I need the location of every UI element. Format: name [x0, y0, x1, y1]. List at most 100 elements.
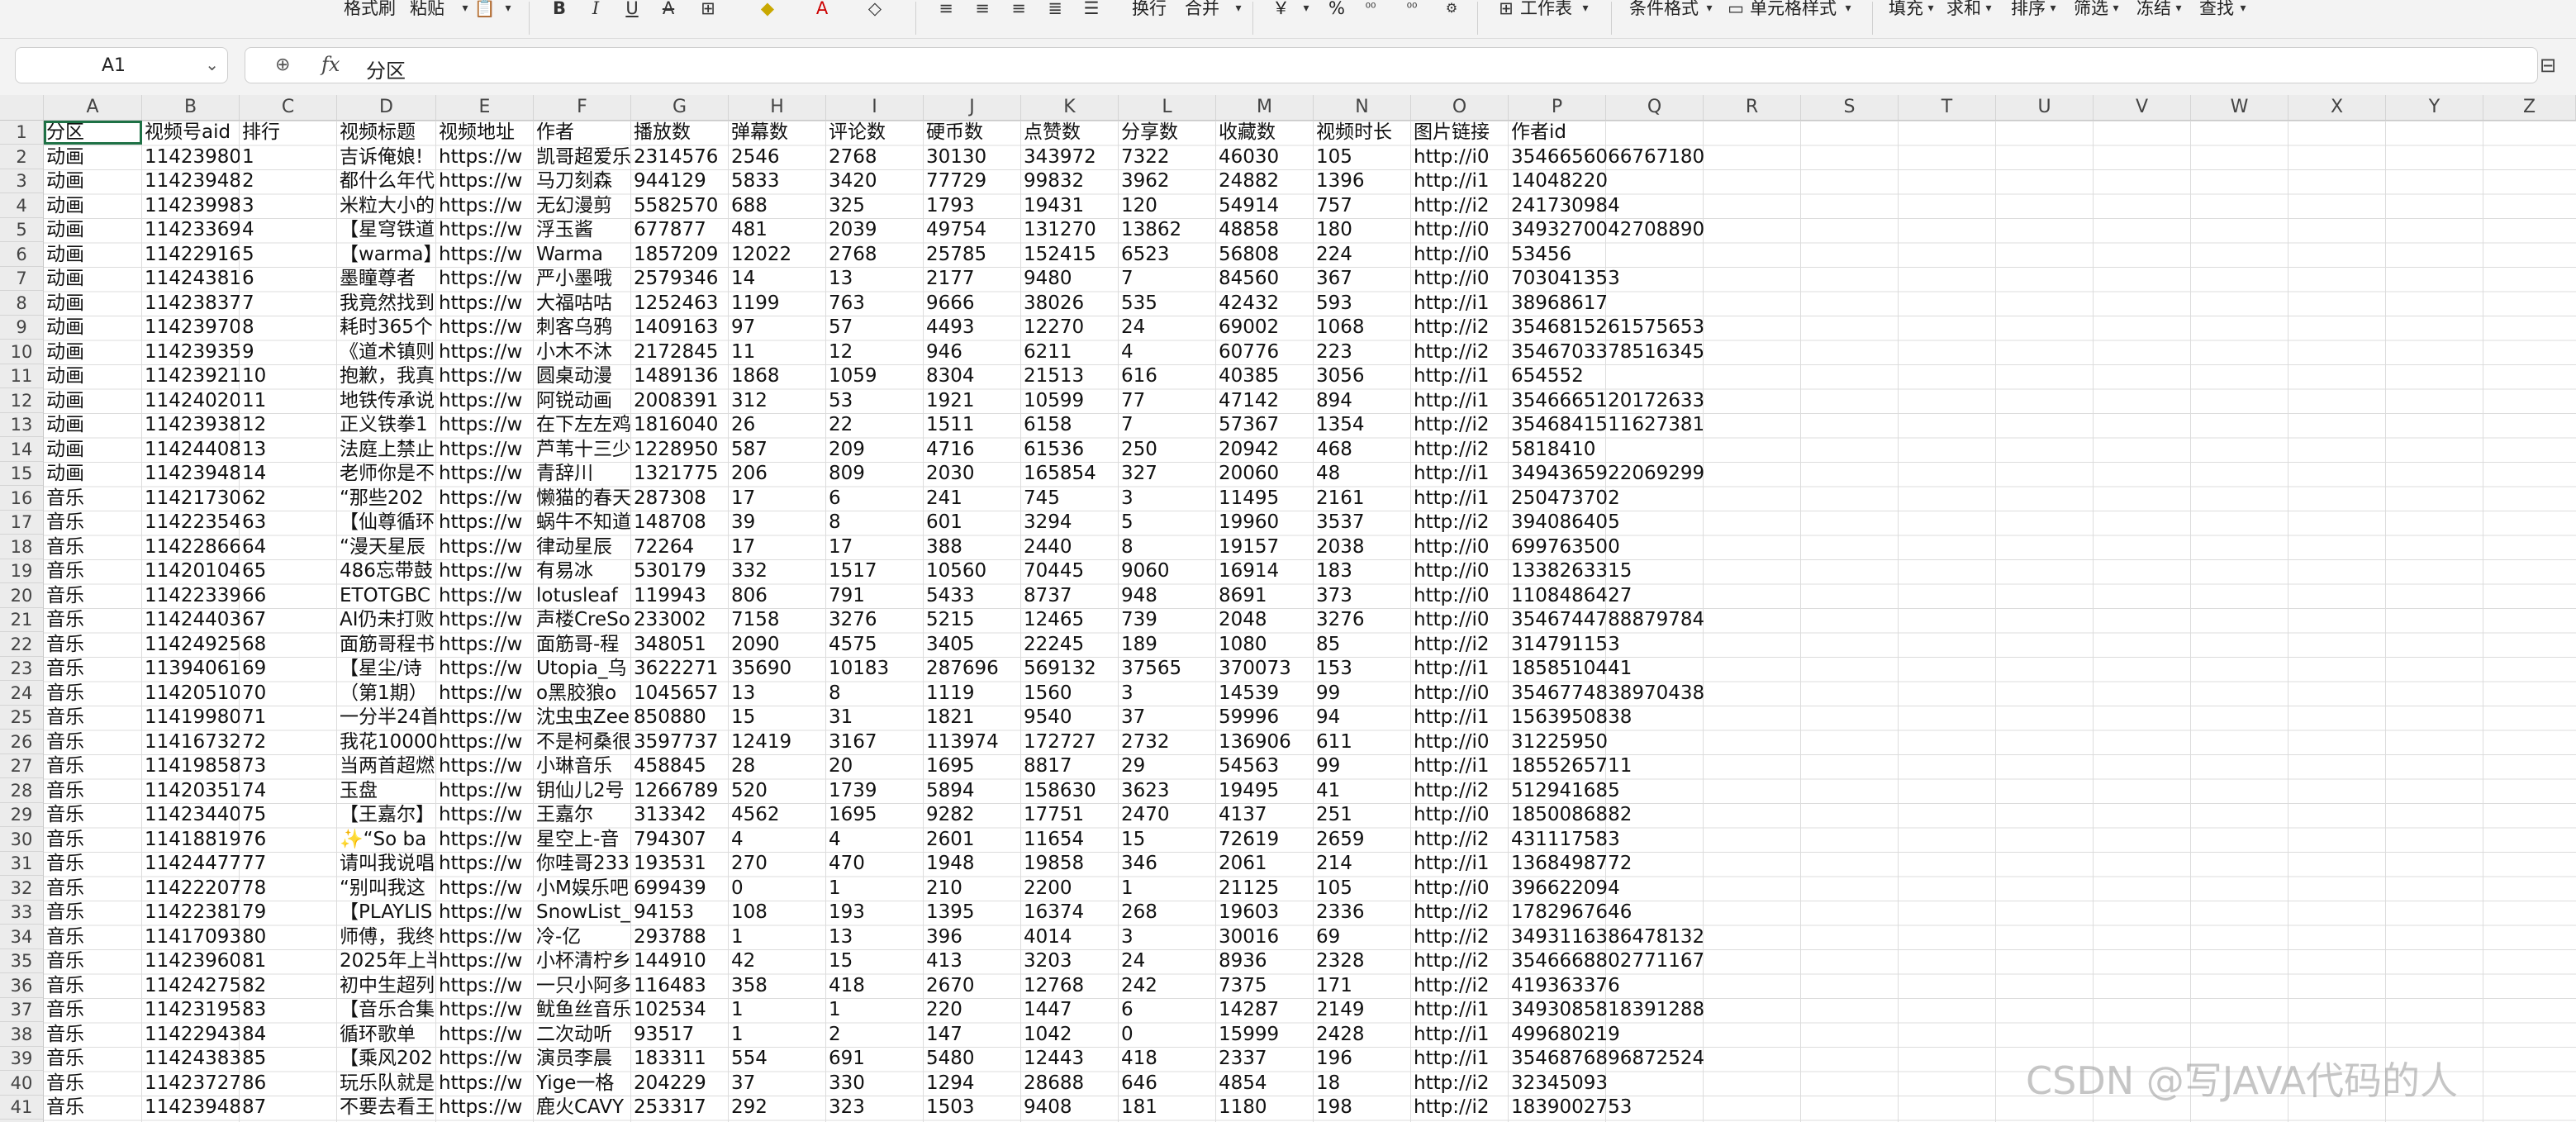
data-cell[interactable]: 法庭上禁止: [337, 438, 436, 462]
data-cell[interactable]: 42432: [1216, 292, 1314, 316]
data-cell[interactable]: 114199808: [142, 706, 240, 730]
data-cell[interactable]: 220: [924, 998, 1021, 1022]
data-cell[interactable]: 1868: [729, 364, 826, 388]
data-cell[interactable]: 鹿火CAVY: [534, 1096, 631, 1120]
data-cell[interactable]: 343972: [1021, 145, 1119, 169]
data-cell[interactable]: 794307: [631, 828, 729, 852]
data-cell[interactable]: 3546876896872524: [1509, 1047, 1704, 1071]
data-cell[interactable]: 67: [240, 608, 337, 632]
data-cell[interactable]: 94153: [631, 901, 729, 925]
data-cell[interactable]: 8: [826, 682, 924, 706]
data-cell[interactable]: 1080: [1216, 633, 1314, 657]
data-cell[interactable]: https://w: [436, 828, 534, 852]
column-header-n[interactable]: N: [1314, 95, 1411, 120]
filter-dropdown-icon[interactable]: ▾: [2103, 0, 2128, 18]
data-cell[interactable]: 【星穹铁道: [337, 218, 436, 242]
data-cell[interactable]: 1782967646: [1509, 901, 1704, 925]
data-cell[interactable]: 270: [729, 852, 826, 876]
data-cell[interactable]: 动画: [44, 340, 142, 364]
data-cell[interactable]: 3203: [1021, 949, 1119, 973]
data-cell[interactable]: 16374: [1021, 901, 1119, 925]
data-cell[interactable]: 312: [729, 389, 826, 413]
data-cell[interactable]: 9282: [924, 803, 1021, 827]
align-center-icon[interactable]: ≡: [970, 0, 995, 18]
data-cell[interactable]: 12768: [1021, 974, 1119, 998]
data-cell[interactable]: 28: [729, 754, 826, 778]
data-cell[interactable]: 14539: [1216, 682, 1314, 706]
data-cell[interactable]: 114239608: [142, 949, 240, 973]
data-cell[interactable]: 691: [826, 1047, 924, 1071]
conditional-format-dropdown-icon[interactable]: ▾: [1697, 0, 1722, 18]
data-cell[interactable]: https://w: [436, 803, 534, 827]
data-cell[interactable]: 小琳音乐: [534, 754, 631, 778]
data-cell[interactable]: 2030: [924, 462, 1021, 486]
data-cell[interactable]: 944129: [631, 169, 729, 193]
data-cell[interactable]: 2161: [1314, 487, 1411, 511]
data-cell[interactable]: 180: [1314, 218, 1411, 242]
data-cell[interactable]: 13: [240, 438, 337, 462]
data-cell[interactable]: https://w: [436, 1072, 534, 1096]
data-cell[interactable]: 音乐: [44, 559, 142, 583]
data-cell[interactable]: 米粒大小的: [337, 194, 436, 218]
data-cell[interactable]: 3494365922069299: [1509, 462, 1704, 486]
data-cell[interactable]: 芦苇十三少: [534, 438, 631, 462]
data-cell[interactable]: 114223547: [142, 511, 240, 535]
data-cell[interactable]: 1059: [826, 364, 924, 388]
data-cell[interactable]: 16914: [1216, 559, 1314, 583]
data-cell[interactable]: 119943: [631, 584, 729, 608]
data-cell[interactable]: 325: [826, 194, 924, 218]
data-cell[interactable]: 动画: [44, 316, 142, 340]
data-cell[interactable]: 4014: [1021, 925, 1119, 949]
data-cell[interactable]: 1294: [924, 1072, 1021, 1096]
row-header[interactable]: 14: [0, 438, 43, 462]
data-cell[interactable]: 1563950838: [1509, 706, 1704, 730]
data-cell[interactable]: 74: [240, 779, 337, 803]
row-header[interactable]: 34: [0, 925, 43, 949]
data-cell[interactable]: 894: [1314, 389, 1411, 413]
data-cell[interactable]: https://w: [436, 340, 534, 364]
data-cell[interactable]: 102534: [631, 998, 729, 1022]
data-cell[interactable]: 音乐: [44, 633, 142, 657]
data-cell[interactable]: 动画: [44, 218, 142, 242]
data-cell[interactable]: http://i2: [1411, 949, 1509, 973]
data-cell[interactable]: 13862: [1119, 218, 1216, 242]
data-cell[interactable]: http://i0: [1411, 535, 1509, 559]
data-cell[interactable]: 1857209: [631, 243, 729, 267]
data-cell[interactable]: http://i1: [1411, 998, 1509, 1022]
data-cell[interactable]: 250473702: [1509, 487, 1704, 511]
data-cell[interactable]: 19960: [1216, 511, 1314, 535]
data-cell[interactable]: 7: [240, 292, 337, 316]
row-header[interactable]: 29: [0, 803, 43, 827]
data-cell[interactable]: 703041353: [1509, 267, 1704, 291]
data-cell[interactable]: 223: [1314, 340, 1411, 364]
data-cell[interactable]: 1266789: [631, 779, 729, 803]
data-cell[interactable]: 114223396: [142, 584, 240, 608]
data-cell[interactable]: 72: [240, 730, 337, 754]
data-cell[interactable]: 332: [729, 559, 826, 583]
data-cell[interactable]: https://w: [436, 754, 534, 778]
data-cell[interactable]: 3546744788879784: [1509, 608, 1704, 632]
data-cell[interactable]: 11: [240, 389, 337, 413]
align-left-icon[interactable]: ≡: [934, 0, 958, 18]
data-cell[interactable]: 1180: [1216, 1096, 1314, 1120]
data-cell[interactable]: 601: [924, 511, 1021, 535]
data-cell[interactable]: 【音乐合集: [337, 998, 436, 1022]
data-cell[interactable]: 1739: [826, 779, 924, 803]
data-cell[interactable]: 481: [729, 218, 826, 242]
data-cell[interactable]: 【warma】: [337, 243, 436, 267]
data-cell[interactable]: 224: [1314, 243, 1411, 267]
data-cell[interactable]: 抱歉，我真: [337, 364, 436, 388]
data-cell[interactable]: 王嘉尔: [534, 803, 631, 827]
data-cell[interactable]: 4562: [729, 803, 826, 827]
data-cell[interactable]: 114244083: [142, 438, 240, 462]
column-header-z[interactable]: Z: [2483, 95, 2576, 120]
data-cell[interactable]: 动画: [44, 169, 142, 193]
data-cell[interactable]: https://w: [436, 511, 534, 535]
data-cell[interactable]: 5833: [729, 169, 826, 193]
sum-dropdown-icon[interactable]: ▾: [1976, 0, 2001, 18]
data-cell[interactable]: 15: [826, 949, 924, 973]
data-cell[interactable]: 3622271: [631, 657, 729, 681]
row-header[interactable]: 12: [0, 389, 43, 413]
data-cell[interactable]: 24882: [1216, 169, 1314, 193]
row-header[interactable]: 30: [0, 828, 43, 852]
